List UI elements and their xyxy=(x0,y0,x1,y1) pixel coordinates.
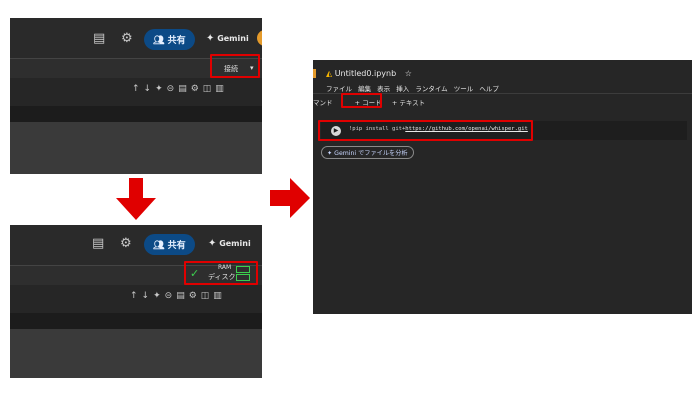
delete-icon[interactable]: ▥ xyxy=(213,291,226,301)
resource-highlight xyxy=(184,261,258,285)
menu-view[interactable]: 表示 xyxy=(377,85,390,93)
share-button[interactable]: 👥︎ 共有 xyxy=(144,29,195,50)
comment-icon[interactable]: ▤ xyxy=(176,291,189,301)
share-button[interactable]: 👥︎ 共有 xyxy=(144,234,195,255)
sparkle-icon[interactable]: ✦ xyxy=(155,84,167,94)
people-icon: 👥︎ xyxy=(153,241,165,251)
menu-edit[interactable]: 編集 xyxy=(358,85,371,93)
top-toolbar: ▤ ⚙ 👥︎ 共有 ✦ Gemini xyxy=(10,18,262,58)
share-label: 共有 xyxy=(167,36,186,46)
commands-label[interactable]: マンド xyxy=(313,99,333,107)
gemini-label: Gemini xyxy=(217,34,249,43)
drive-icon: ◭ xyxy=(326,69,333,78)
arrow-up-icon[interactable]: ↑ xyxy=(130,291,142,301)
comment-icon[interactable]: ▤ xyxy=(93,32,105,46)
gemini-button[interactable]: ✦ Gemini xyxy=(206,33,249,44)
code-cell[interactable] xyxy=(10,106,262,122)
cell-toolbar: ↑↓✦⊝▤⚙◫▥ xyxy=(10,78,262,106)
gear-icon[interactable]: ⚙ xyxy=(120,237,132,251)
arrow-down-icon[interactable]: ↓ xyxy=(142,291,154,301)
share-label: 共有 xyxy=(167,241,186,251)
connect-highlight xyxy=(210,54,260,78)
notebook-filename[interactable]: Untitled0.ipynb xyxy=(335,69,396,78)
arrow-down-indicator xyxy=(116,178,156,220)
menu-runtime[interactable]: ランタイム xyxy=(415,85,447,93)
notebook-title[interactable]: ◭ Untitled0.ipynb ☆ xyxy=(326,69,412,78)
gear-icon[interactable]: ⚙ xyxy=(121,32,133,46)
add-code-highlight xyxy=(341,93,382,108)
arrow-down-icon[interactable]: ↓ xyxy=(144,84,156,94)
menu-help[interactable]: ヘルプ xyxy=(479,85,499,93)
menu-tools[interactable]: ツール xyxy=(454,85,474,93)
sparkle-icon: ✦ xyxy=(206,33,215,44)
arrow-right-indicator xyxy=(270,178,310,218)
gemini-button[interactable]: ✦ Gemini xyxy=(208,238,251,249)
menu-insert[interactable]: 挿入 xyxy=(396,85,409,93)
gemini-analyze-label: Gemini でファイルを分析 xyxy=(334,150,408,157)
mirror-icon[interactable]: ◫ xyxy=(203,84,216,94)
code-cell[interactable] xyxy=(10,313,262,329)
link-icon[interactable]: ⊝ xyxy=(167,84,179,94)
sparkle-icon: ✦ xyxy=(208,238,217,249)
colab-notebook: ◭ Untitled0.ipynb ☆ ファイル 編集 表示 挿入 ランタイム … xyxy=(313,60,692,314)
gemini-analyze-button[interactable]: ✦ Gemini でファイルを分析 xyxy=(321,146,414,159)
link-icon[interactable]: ⊝ xyxy=(165,291,177,301)
sparkle-icon[interactable]: ✦ xyxy=(153,291,165,301)
arrow-up-icon[interactable]: ↑ xyxy=(132,84,144,94)
avatar[interactable] xyxy=(257,30,262,46)
menu-bar: ファイル 編集 表示 挿入 ランタイム ツール ヘルプ xyxy=(326,83,499,93)
colab-toolbar-after: ▤ ⚙ 👥︎ 共有 ✦ Gemini ✓ RAM ディスク ↑↓✦⊝▤⚙◫▥ xyxy=(10,225,262,378)
add-text-button[interactable]: + テキスト xyxy=(392,99,425,107)
delete-icon[interactable]: ▥ xyxy=(215,84,228,94)
sparkle-icon: ✦ xyxy=(327,150,333,157)
mirror-icon[interactable]: ◫ xyxy=(201,291,214,301)
star-icon[interactable]: ☆ xyxy=(405,69,412,78)
code-cell-highlight xyxy=(318,120,533,141)
cell-tools: ↑↓✦⊝▤⚙◫▥ xyxy=(130,291,226,301)
top-toolbar: ▤ ⚙ 👥︎ 共有 ✦ Gemini xyxy=(10,225,262,265)
cell-toolbar: ↑↓✦⊝▤⚙◫▥ xyxy=(10,285,262,313)
cell-tools: ↑↓✦⊝▤⚙◫▥ xyxy=(132,84,228,94)
comment-icon[interactable]: ▤ xyxy=(178,84,191,94)
people-icon: 👥︎ xyxy=(153,36,165,46)
colab-toolbar-before: ▤ ⚙ 👥︎ 共有 ✦ Gemini 接続 ▾ ↑↓✦⊝▤⚙◫▥ xyxy=(10,18,262,174)
menu-file[interactable]: ファイル xyxy=(326,85,352,93)
comment-icon[interactable]: ▤ xyxy=(92,237,104,251)
gear-icon[interactable]: ⚙ xyxy=(189,291,201,301)
gear-icon[interactable]: ⚙ xyxy=(191,84,203,94)
colab-logo-edge xyxy=(313,69,316,78)
gemini-label: Gemini xyxy=(219,239,251,248)
